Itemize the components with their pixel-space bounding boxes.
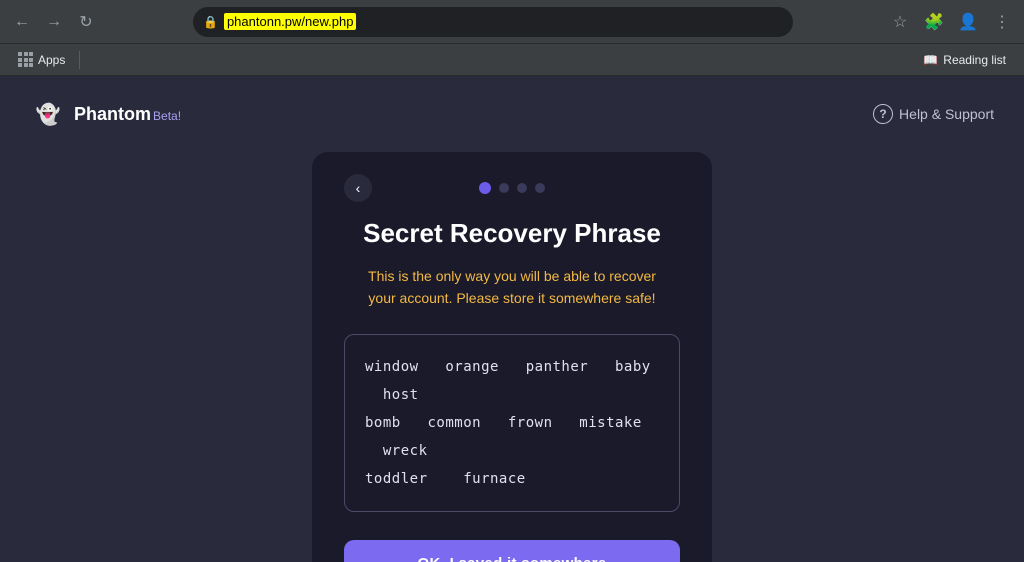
help-support-button[interactable]: ? Help & Support (873, 104, 994, 124)
phantom-ghost-icon: 👻 (30, 96, 66, 132)
reading-list-button[interactable]: 📖 Reading list (917, 50, 1012, 70)
toolbar-actions: ☆ 🧩 👤 ⋮ (886, 8, 1016, 36)
extensions-button[interactable]: 🧩 (920, 8, 948, 36)
lock-icon: 🔒 (203, 15, 218, 29)
card-warning-text: This is the only way you will be able to… (368, 265, 656, 310)
profile-button[interactable]: 👤 (954, 8, 982, 36)
back-button[interactable]: ← (8, 8, 36, 36)
bookmarks-divider (79, 51, 80, 69)
dots-navigation: ‹ (344, 182, 680, 194)
card-title: Secret Recovery Phrase (363, 218, 661, 249)
seed-phrase-text: window orange panther baby host bomb com… (365, 353, 659, 493)
nav-buttons: ← → ↻ (8, 8, 100, 36)
address-bar[interactable]: 🔒 phantonn.pw/new.php (193, 7, 793, 37)
reading-list-label: Reading list (943, 53, 1006, 67)
card-back-button[interactable]: ‹ (344, 174, 372, 202)
star-button[interactable]: ☆ (886, 8, 914, 36)
browser-toolbar: ← → ↻ 🔒 phantonn.pw/new.php ☆ 🧩 👤 ⋮ (0, 0, 1024, 44)
apps-button[interactable]: Apps (12, 49, 71, 70)
ok-saved-button[interactable]: OK, I saved it somewhere (344, 540, 680, 562)
menu-button[interactable]: ⋮ (988, 8, 1016, 36)
address-bar-container: 🔒 phantonn.pw/new.php (106, 7, 880, 37)
dot-1 (479, 182, 491, 194)
bookmarks-bar: Apps 📖 Reading list (0, 44, 1024, 76)
help-support-label: Help & Support (899, 106, 994, 122)
dot-3 (517, 183, 527, 193)
page-content: 👻 PhantomBeta! ? Help & Support ‹ (0, 76, 1024, 562)
ghost-emoji: 👻 (36, 102, 61, 127)
help-icon: ? (873, 104, 893, 124)
url-text: phantonn.pw/new.php (224, 13, 357, 30)
forward-button[interactable]: → (40, 8, 68, 36)
seed-phrase-box: window orange panther baby host bomb com… (344, 334, 680, 512)
phantom-name-text: Phantom (74, 104, 151, 124)
reading-list-icon: 📖 (923, 53, 938, 67)
reload-button[interactable]: ↻ (72, 8, 100, 36)
browser-frame: ← → ↻ 🔒 phantonn.pw/new.php ☆ 🧩 👤 ⋮ Apps (0, 0, 1024, 562)
phantom-logo: 👻 PhantomBeta! (30, 96, 181, 132)
dot-4 (535, 183, 545, 193)
dot-2 (499, 183, 509, 193)
apps-grid-icon (18, 52, 33, 67)
phantom-name: PhantomBeta! (74, 104, 181, 125)
apps-label: Apps (38, 53, 65, 67)
recovery-phrase-card: ‹ Secret Recovery Phrase This is the onl… (312, 152, 712, 562)
phantom-topbar: 👻 PhantomBeta! ? Help & Support (0, 76, 1024, 152)
phantom-beta-badge: Beta! (153, 109, 181, 123)
